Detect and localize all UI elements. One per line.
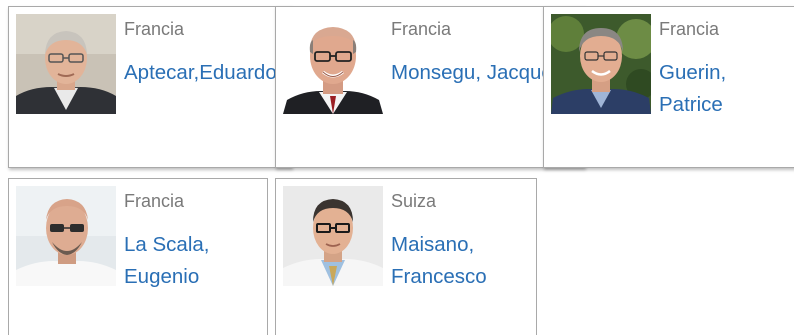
person-card[interactable]: Francia La Scala, Eugenio — [8, 178, 268, 335]
people-grid: Francia Aptecar,Eduardo Francia Monsegu,… — [0, 0, 794, 335]
person-name-link[interactable]: Aptecar,Eduardo — [124, 57, 277, 89]
person-country: Francia — [659, 19, 720, 39]
person-photo[interactable] — [283, 14, 383, 114]
person-card[interactable]: Francia Aptecar,Eduardo — [8, 6, 292, 168]
person-country: Francia — [124, 19, 185, 39]
person-card[interactable]: Francia Monsegu, Jacques — [275, 6, 585, 168]
person-photo[interactable] — [16, 186, 116, 286]
person-name-link[interactable]: Monsegu, Jacques — [391, 57, 551, 89]
person-country: Francia — [391, 19, 452, 39]
person-photo[interactable] — [283, 186, 383, 286]
person-card[interactable]: Suiza Maisano, Francesco — [275, 178, 537, 335]
person-name-link[interactable]: Maisano, Francesco — [391, 229, 521, 293]
person-card[interactable]: Francia Guerin, Patrice — [543, 6, 794, 168]
person-country: Suiza — [391, 191, 437, 211]
person-name-link[interactable]: Guerin, Patrice — [659, 57, 779, 121]
person-photo[interactable] — [16, 14, 116, 114]
person-name-link[interactable]: La Scala, Eugenio — [124, 229, 254, 293]
person-country: Francia — [124, 191, 185, 211]
person-photo[interactable] — [551, 14, 651, 114]
